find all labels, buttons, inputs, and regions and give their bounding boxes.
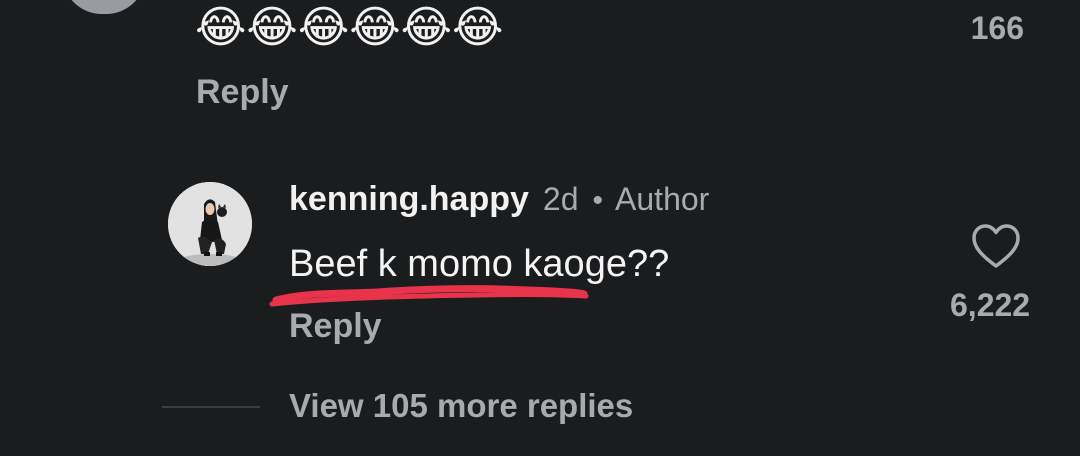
commenter-avatar[interactable] [168,182,252,266]
avatar-photo [168,182,252,266]
comment-reply-button[interactable]: Reply [289,307,382,346]
comment-like-count: 6,222 [950,287,1031,323]
heart-outline-icon[interactable] [971,223,1021,271]
view-more-replies-button[interactable]: View 105 more replies [289,387,633,425]
previous-comment-emojis: 😂😂😂😂😂😂 [195,2,504,53]
comment-username[interactable]: kenning.happy [289,180,529,219]
replies-divider [162,406,260,408]
comment-timestamp: 2d [542,181,579,217]
previous-comment-reply-button[interactable]: Reply [196,73,289,112]
comment-header: kenning.happy 2d • Author [289,180,709,224]
author-badge: Author [615,181,710,217]
previous-comment-like-count: 166 [970,10,1024,46]
previous-commenter-avatar[interactable] [62,0,146,14]
header-separator: • [592,184,604,217]
comments-screen: 😂😂😂😂😂😂 166 Reply kenning.happy 2d • Auth… [0,0,1080,456]
